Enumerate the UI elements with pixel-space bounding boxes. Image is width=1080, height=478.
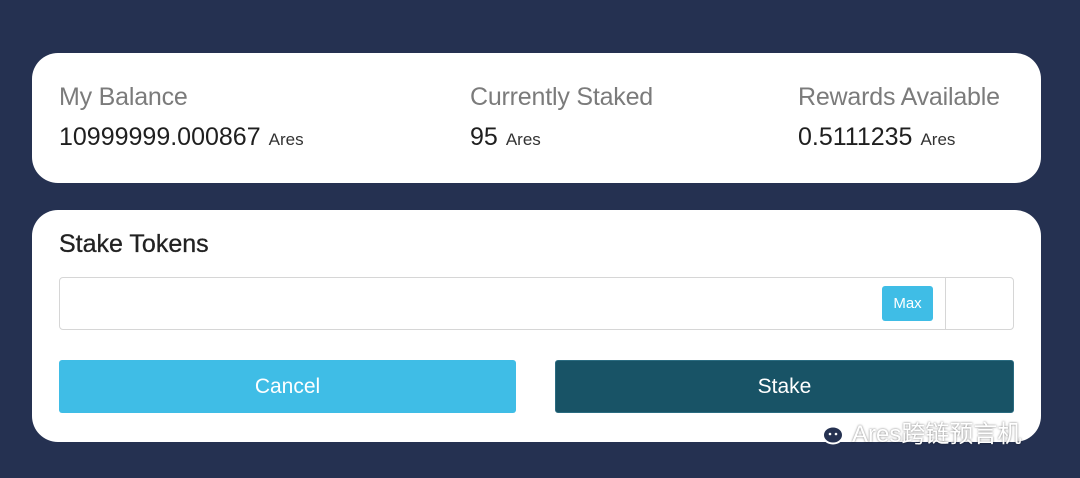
my-balance-value: 10999999.000867 xyxy=(59,123,261,151)
rewards-available-value-row: 0.5111235 Ares xyxy=(798,123,1000,155)
my-balance-unit: Ares xyxy=(268,130,304,149)
stake-tokens-title: Stake Tokens xyxy=(59,230,209,258)
rewards-available-stat: Rewards Available 0.5111235 Ares xyxy=(798,83,1000,155)
currently-staked-stat: Currently Staked 95 Ares xyxy=(470,83,653,155)
token-addon xyxy=(945,278,1013,329)
stake-tokens-card: Stake Tokens Max Cancel Stake xyxy=(32,210,1041,442)
rewards-available-unit: Ares xyxy=(920,130,956,149)
currently-staked-unit: Ares xyxy=(505,130,541,149)
watermark: Ares跨链预言机 xyxy=(808,414,1021,449)
my-balance-stat: My Balance 10999999.000867 Ares xyxy=(59,83,304,155)
stake-amount-group: Max xyxy=(59,277,1014,330)
cancel-button[interactable]: Cancel xyxy=(59,360,516,413)
max-button[interactable]: Max xyxy=(882,286,933,321)
watermark-text: Ares跨链预言机 xyxy=(852,421,1022,448)
currently-staked-label: Currently Staked xyxy=(470,83,653,111)
my-balance-label: My Balance xyxy=(59,83,188,111)
my-balance-value-row: 10999999.000867 Ares xyxy=(59,123,304,155)
rewards-available-label: Rewards Available xyxy=(798,83,1000,111)
currently-staked-value-row: 95 Ares xyxy=(470,123,653,155)
stake-amount-input[interactable] xyxy=(60,278,882,329)
rewards-available-value: 0.5111235 xyxy=(798,123,913,151)
currently-staked-value: 95 xyxy=(470,123,498,151)
balances-card: My Balance 10999999.000867 Ares Currently… xyxy=(32,53,1041,183)
stake-button[interactable]: Stake xyxy=(555,360,1014,413)
wechat-icon xyxy=(809,417,844,444)
